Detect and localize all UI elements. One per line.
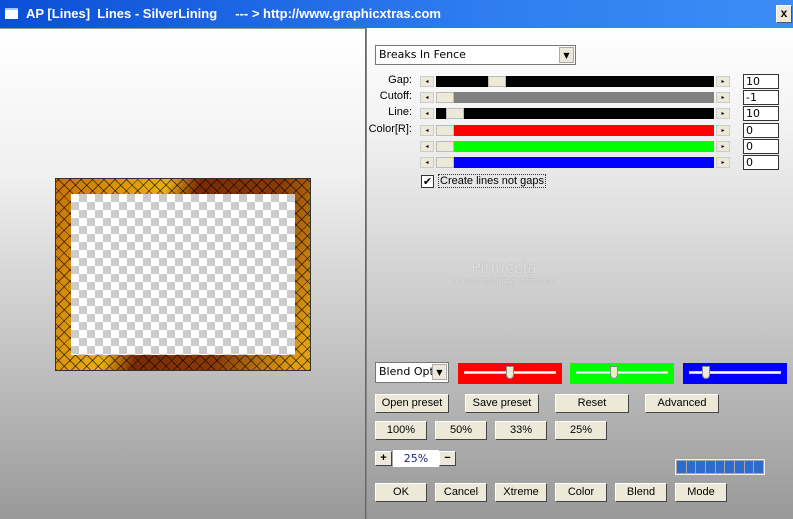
slider[interactable]: ◂ ▸ — [420, 124, 730, 136]
arrow-right-icon[interactable]: ▸ — [716, 108, 730, 120]
arrow-right-icon[interactable]: ▸ — [716, 76, 730, 87]
slider-label: Gap: — [388, 74, 412, 86]
slider-thumb[interactable] — [609, 366, 618, 379]
close-button[interactable]: x — [776, 5, 792, 23]
progress-segment — [715, 461, 725, 473]
slider-thumb[interactable] — [488, 76, 506, 87]
open-preset-button[interactable]: Open preset — [375, 394, 449, 413]
slider-value-input[interactable]: 0 — [743, 122, 779, 138]
create-lines-label: Create lines not gaps — [438, 174, 546, 188]
arrow-left-icon[interactable]: ◂ — [420, 76, 434, 87]
progress-segment — [735, 461, 744, 473]
progress-segment — [744, 461, 754, 473]
arrow-right-icon[interactable]: ▸ — [716, 92, 730, 104]
zoom-in-button[interactable]: + — [375, 451, 392, 466]
progress-segment — [706, 461, 715, 473]
cancel-button[interactable]: Cancel — [435, 483, 487, 502]
slider-thumb[interactable] — [436, 157, 454, 168]
slider[interactable]: ◂ ▸ — [420, 92, 730, 104]
slider-thumb[interactable] — [436, 92, 454, 104]
arrow-right-icon[interactable]: ▸ — [716, 157, 730, 168]
slider-label: Cutoff: — [379, 90, 412, 103]
arrow-left-icon[interactable]: ◂ — [420, 140, 434, 152]
slider-label: Line: — [388, 106, 412, 119]
watermark: Pinuccia www.maidiregrafica.eu — [452, 258, 556, 287]
progress-segment — [677, 461, 686, 473]
progress-bar — [675, 459, 765, 475]
slider-track[interactable] — [436, 140, 714, 152]
slider-value-input[interactable]: -1 — [743, 90, 779, 106]
zoom-33-button[interactable]: 33% — [495, 421, 547, 440]
zoom-100-button[interactable]: 100% — [375, 421, 427, 440]
advanced-button[interactable]: Advanced — [645, 394, 719, 413]
arrow-left-icon[interactable]: ◂ — [420, 157, 434, 168]
arrow-left-icon[interactable]: ◂ — [420, 108, 434, 120]
slider-track[interactable] — [436, 124, 714, 136]
slider-track[interactable] — [436, 157, 714, 168]
zoom-value[interactable]: 25% — [393, 450, 439, 467]
save-preset-button[interactable]: Save preset — [465, 394, 539, 413]
window-title: AP [Lines] Lines - SilverLining --- > ht… — [26, 6, 441, 21]
blend-button[interactable]: Blend — [615, 483, 667, 502]
blend-color-slider[interactable] — [458, 363, 562, 384]
slider-track[interactable] — [436, 108, 714, 120]
arrow-right-icon[interactable]: ▸ — [716, 140, 730, 152]
watermark-name: Pinuccia — [471, 258, 537, 277]
preset-selected: Breaks In Fence — [379, 48, 466, 61]
progress-segment — [754, 461, 764, 473]
slider-track[interactable] — [576, 371, 668, 374]
zoom-25-button[interactable]: 25% — [555, 421, 607, 440]
window-icon — [5, 8, 18, 19]
zoom-50-button[interactable]: 50% — [435, 421, 487, 440]
slider-value-input[interactable]: 10 — [743, 74, 779, 89]
slider-value-input[interactable]: 0 — [743, 138, 779, 154]
preview-image — [55, 178, 311, 371]
progress-segment — [686, 461, 696, 473]
arrow-left-icon[interactable]: ◂ — [420, 92, 434, 104]
slider-track[interactable] — [436, 92, 714, 104]
reset-button[interactable]: Reset — [555, 394, 629, 413]
slider-thumb[interactable] — [701, 366, 710, 379]
progress-segment — [725, 461, 735, 473]
watermark-url: www.maidiregrafica.eu — [452, 277, 556, 287]
slider[interactable]: ◂ ▸ — [420, 140, 730, 152]
preset-dropdown[interactable]: Breaks In Fence ▼ — [375, 45, 576, 65]
mode-button[interactable]: Mode — [675, 483, 727, 502]
xtreme-button[interactable]: Xtreme — [495, 483, 547, 502]
slider-label: Color[R]: — [368, 122, 412, 135]
slider-thumb[interactable] — [446, 108, 465, 120]
color-button[interactable]: Color — [555, 483, 607, 502]
slider-thumb[interactable] — [436, 124, 454, 136]
slider[interactable]: ◂ ▸ — [420, 157, 730, 168]
title-bar: AP [Lines] Lines - SilverLining --- > ht… — [0, 0, 793, 28]
blend-color-slider[interactable] — [683, 363, 787, 384]
blend-color-slider[interactable] — [570, 363, 674, 384]
slider[interactable]: ◂ ▸ — [420, 76, 730, 87]
slider-value-input[interactable]: 10 — [743, 106, 779, 122]
ok-button[interactable]: OK — [375, 483, 427, 502]
slider-thumb[interactable] — [506, 366, 514, 379]
slider-thumb[interactable] — [436, 140, 454, 152]
chevron-down-icon: ▼ — [559, 47, 574, 63]
blend-options-dropdown[interactable]: Blend Optio ▼ — [375, 362, 449, 383]
arrow-left-icon[interactable]: ◂ — [420, 124, 434, 136]
zoom-out-button[interactable]: − — [439, 451, 456, 466]
create-lines-checkbox[interactable]: ✔ — [421, 175, 434, 188]
slider-track[interactable] — [436, 76, 714, 87]
chevron-down-icon: ▼ — [432, 364, 447, 380]
slider-value-input[interactable]: 0 — [743, 155, 779, 170]
transparent-area — [71, 194, 295, 355]
slider[interactable]: ◂ ▸ — [420, 108, 730, 120]
arrow-right-icon[interactable]: ▸ — [716, 124, 730, 136]
progress-segment — [696, 461, 706, 473]
